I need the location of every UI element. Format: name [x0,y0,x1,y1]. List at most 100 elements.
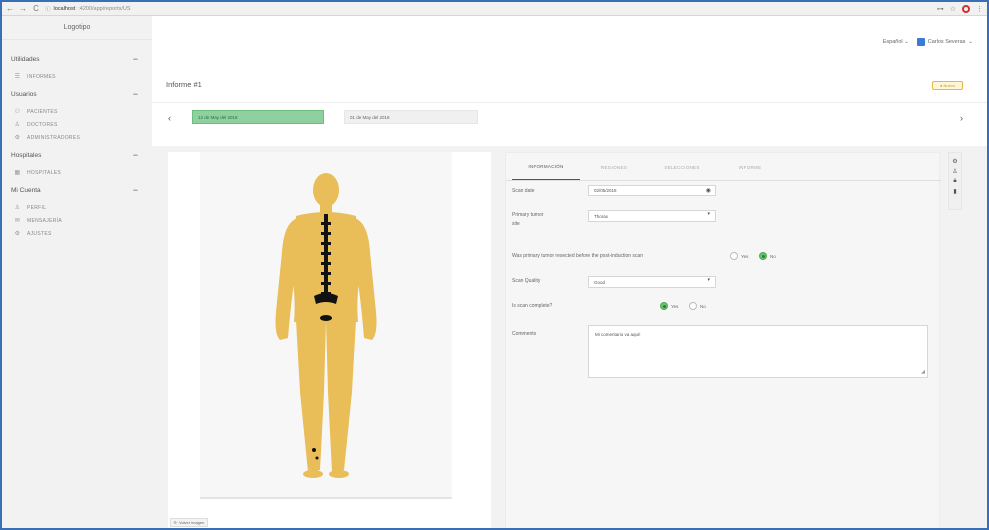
sidebar-section-mi-cuenta[interactable]: Mi Cuenta − [2,179,152,201]
info-icon: ⓘ [45,6,51,13]
sidebar-item-label: MENSAJERÍA [27,217,62,224]
sidebar-item-doctores[interactable]: ♙ DOCTORES [2,118,152,131]
scan-date-field[interactable]: 02/05/2018 ◉ [588,185,716,196]
user-icon[interactable]: ♙ [952,168,957,175]
date-chip-active[interactable]: 12 de May del 2018 [192,110,324,124]
tab-informe[interactable]: INFORME [716,154,784,180]
radio-icon [689,302,697,310]
comments-label: Comments [512,331,537,337]
collapse-icon[interactable]: − [133,54,138,64]
comments-textarea[interactable]: Mi comentario va aquí! ◢ [588,325,928,378]
body-image-canvas[interactable] [200,152,452,497]
resected-label: Was primary tumor resected before the po… [512,253,643,259]
report-header: Informe #1 ● Nuevo ‹ 12 de May del 2018 … [152,66,987,146]
primary-tumor-label-line1: Primary tumor [512,212,544,218]
sidebar-item-hospitales[interactable]: ▦ HOSPITALES [2,166,152,179]
side-toolbar: ⚙ ♙ 🔒︎ ▮ [948,152,962,210]
hospital-icon: ▦ [14,170,21,176]
scan-date-value: 02/05/2018 [594,188,617,193]
form-tabs: INFORMACIÓN REGIONES SELECCIONES INFORME [506,153,941,181]
sidebar: Logotipo Utilidades − ☰ INFORMES Usuario… [2,16,152,528]
sidebar-section-utilidades[interactable]: Utilidades − [2,48,152,70]
list-icon: ☰ [14,74,21,80]
user-icon: ♙ [14,122,21,128]
language-select[interactable]: Español ⌄ [883,39,909,45]
user-menu[interactable]: Carlos Severas ⌄ [916,38,973,46]
sidebar-item-label: PERFIL [27,204,47,211]
sidebar-item-administradores[interactable]: ⚙ ADMINISTRADORES [2,131,152,144]
mail-icon: ✉ [14,218,21,224]
collapse-icon[interactable]: − [133,89,138,99]
scan-complete-label: Is scan complete? [512,303,553,309]
trash-icon[interactable]: ▮ [953,188,956,195]
volver-imagen-label: Volver imagen [179,520,205,525]
sidebar-section-usuarios[interactable]: Usuarios − [2,83,152,105]
menu-icon[interactable]: ⋮ [976,5,983,13]
reload-icon[interactable]: C [32,4,40,13]
calendar-icon[interactable]: ◉ [706,187,711,194]
scan-quality-value: Good [594,279,606,285]
sidebar-item-pacientes[interactable]: ⚇ PACIENTES [2,105,152,118]
body-figure-image [275,173,377,478]
section-title: Hospitales [11,151,42,159]
gear-icon: ⚙ [14,231,21,237]
app-window: ← → C ⓘ localhost:4200/app/reports/US ⊶ … [0,0,989,530]
primary-tumor-select[interactable]: Thorax ▾ [588,210,716,222]
refresh-icon: ⟳ [173,520,177,525]
sidebar-section-hospitales[interactable]: Hospitales − [2,144,152,166]
volver-imagen-button[interactable]: ⟳ Volver imagen [170,518,208,527]
collapse-icon[interactable]: − [133,150,138,160]
scan-quality-select[interactable]: Good ▾ [588,276,716,288]
avatar [916,38,925,46]
collapse-icon[interactable]: − [133,185,138,195]
sidebar-item-informes[interactable]: ☰ INFORMES [2,70,152,83]
resected-no-radio[interactable]: No [759,252,776,260]
radio-checked-icon [660,302,668,310]
sidebar-item-ajustes[interactable]: ⚙ AJUSTES [2,227,152,240]
address-bar[interactable]: ⓘ localhost:4200/app/reports/US [45,5,645,13]
resize-handle-icon[interactable]: ◢ [921,369,925,375]
page-title: Informe #1 [166,80,202,89]
url-host: localhost [53,5,76,12]
complete-yes-label: Yes [671,303,679,309]
star-icon[interactable]: ☆ [950,5,956,13]
date-chip[interactable]: 01 de May del 2018 [344,110,478,124]
divider [152,102,987,103]
top-header: Español ⌄ Carlos Severas ⌄ [152,16,987,66]
key-icon[interactable]: ⊶ [937,5,944,13]
prev-arrow-icon[interactable]: ‹ [168,113,171,123]
chevron-down-icon: ▾ [707,211,710,217]
radio-icon [730,252,738,260]
primary-tumor-label-line2: site [512,221,520,227]
chevron-down-icon: ▾ [707,277,710,283]
lock-icon[interactable]: 🔒︎ [953,178,956,185]
sidebar-item-perfil[interactable]: ♙ PERFIL [2,201,152,214]
settings-icon[interactable]: ⚙ [952,158,957,165]
tab-regiones[interactable]: REGIONES [580,154,648,180]
tab-selecciones[interactable]: SELECCIONES [648,154,716,180]
forward-icon[interactable]: → [19,4,27,13]
section-title: Usuarios [11,90,37,98]
resected-yes-radio[interactable]: Yes [730,252,748,260]
comments-value: Mi comentario va aquí! [595,332,641,337]
back-icon[interactable]: ← [6,4,14,13]
admin-icon: ⚙ [14,135,21,141]
tab-informacion[interactable]: INFORMACIÓN [512,154,580,180]
logo[interactable]: Logotipo [2,16,152,40]
complete-no-label: No [700,303,706,309]
complete-no-radio[interactable]: No [689,302,706,310]
primary-tumor-value: Thorax [594,213,609,219]
opera-icon[interactable] [962,4,970,13]
image-baseline [200,497,452,499]
status-badge: ● Nuevo [932,81,963,90]
url-path: :4200/app/reports/US [78,5,131,12]
sidebar-item-mensajeria[interactable]: ✉ MENSAJERÍA [2,214,152,227]
sidebar-item-label: INFORMES [27,73,56,80]
sidebar-item-label: DOCTORES [27,121,58,128]
complete-yes-radio[interactable]: Yes [660,302,678,310]
body-image-panel: ⟳ Volver imagen [168,152,491,528]
date-selector: ‹ 12 de May del 2018 01 de May del 2018 … [152,110,987,130]
chevron-down-icon: ⌄ [968,39,973,45]
primary-tumor-label: Primary tumor site [512,211,543,229]
next-arrow-icon[interactable]: › [960,113,963,123]
